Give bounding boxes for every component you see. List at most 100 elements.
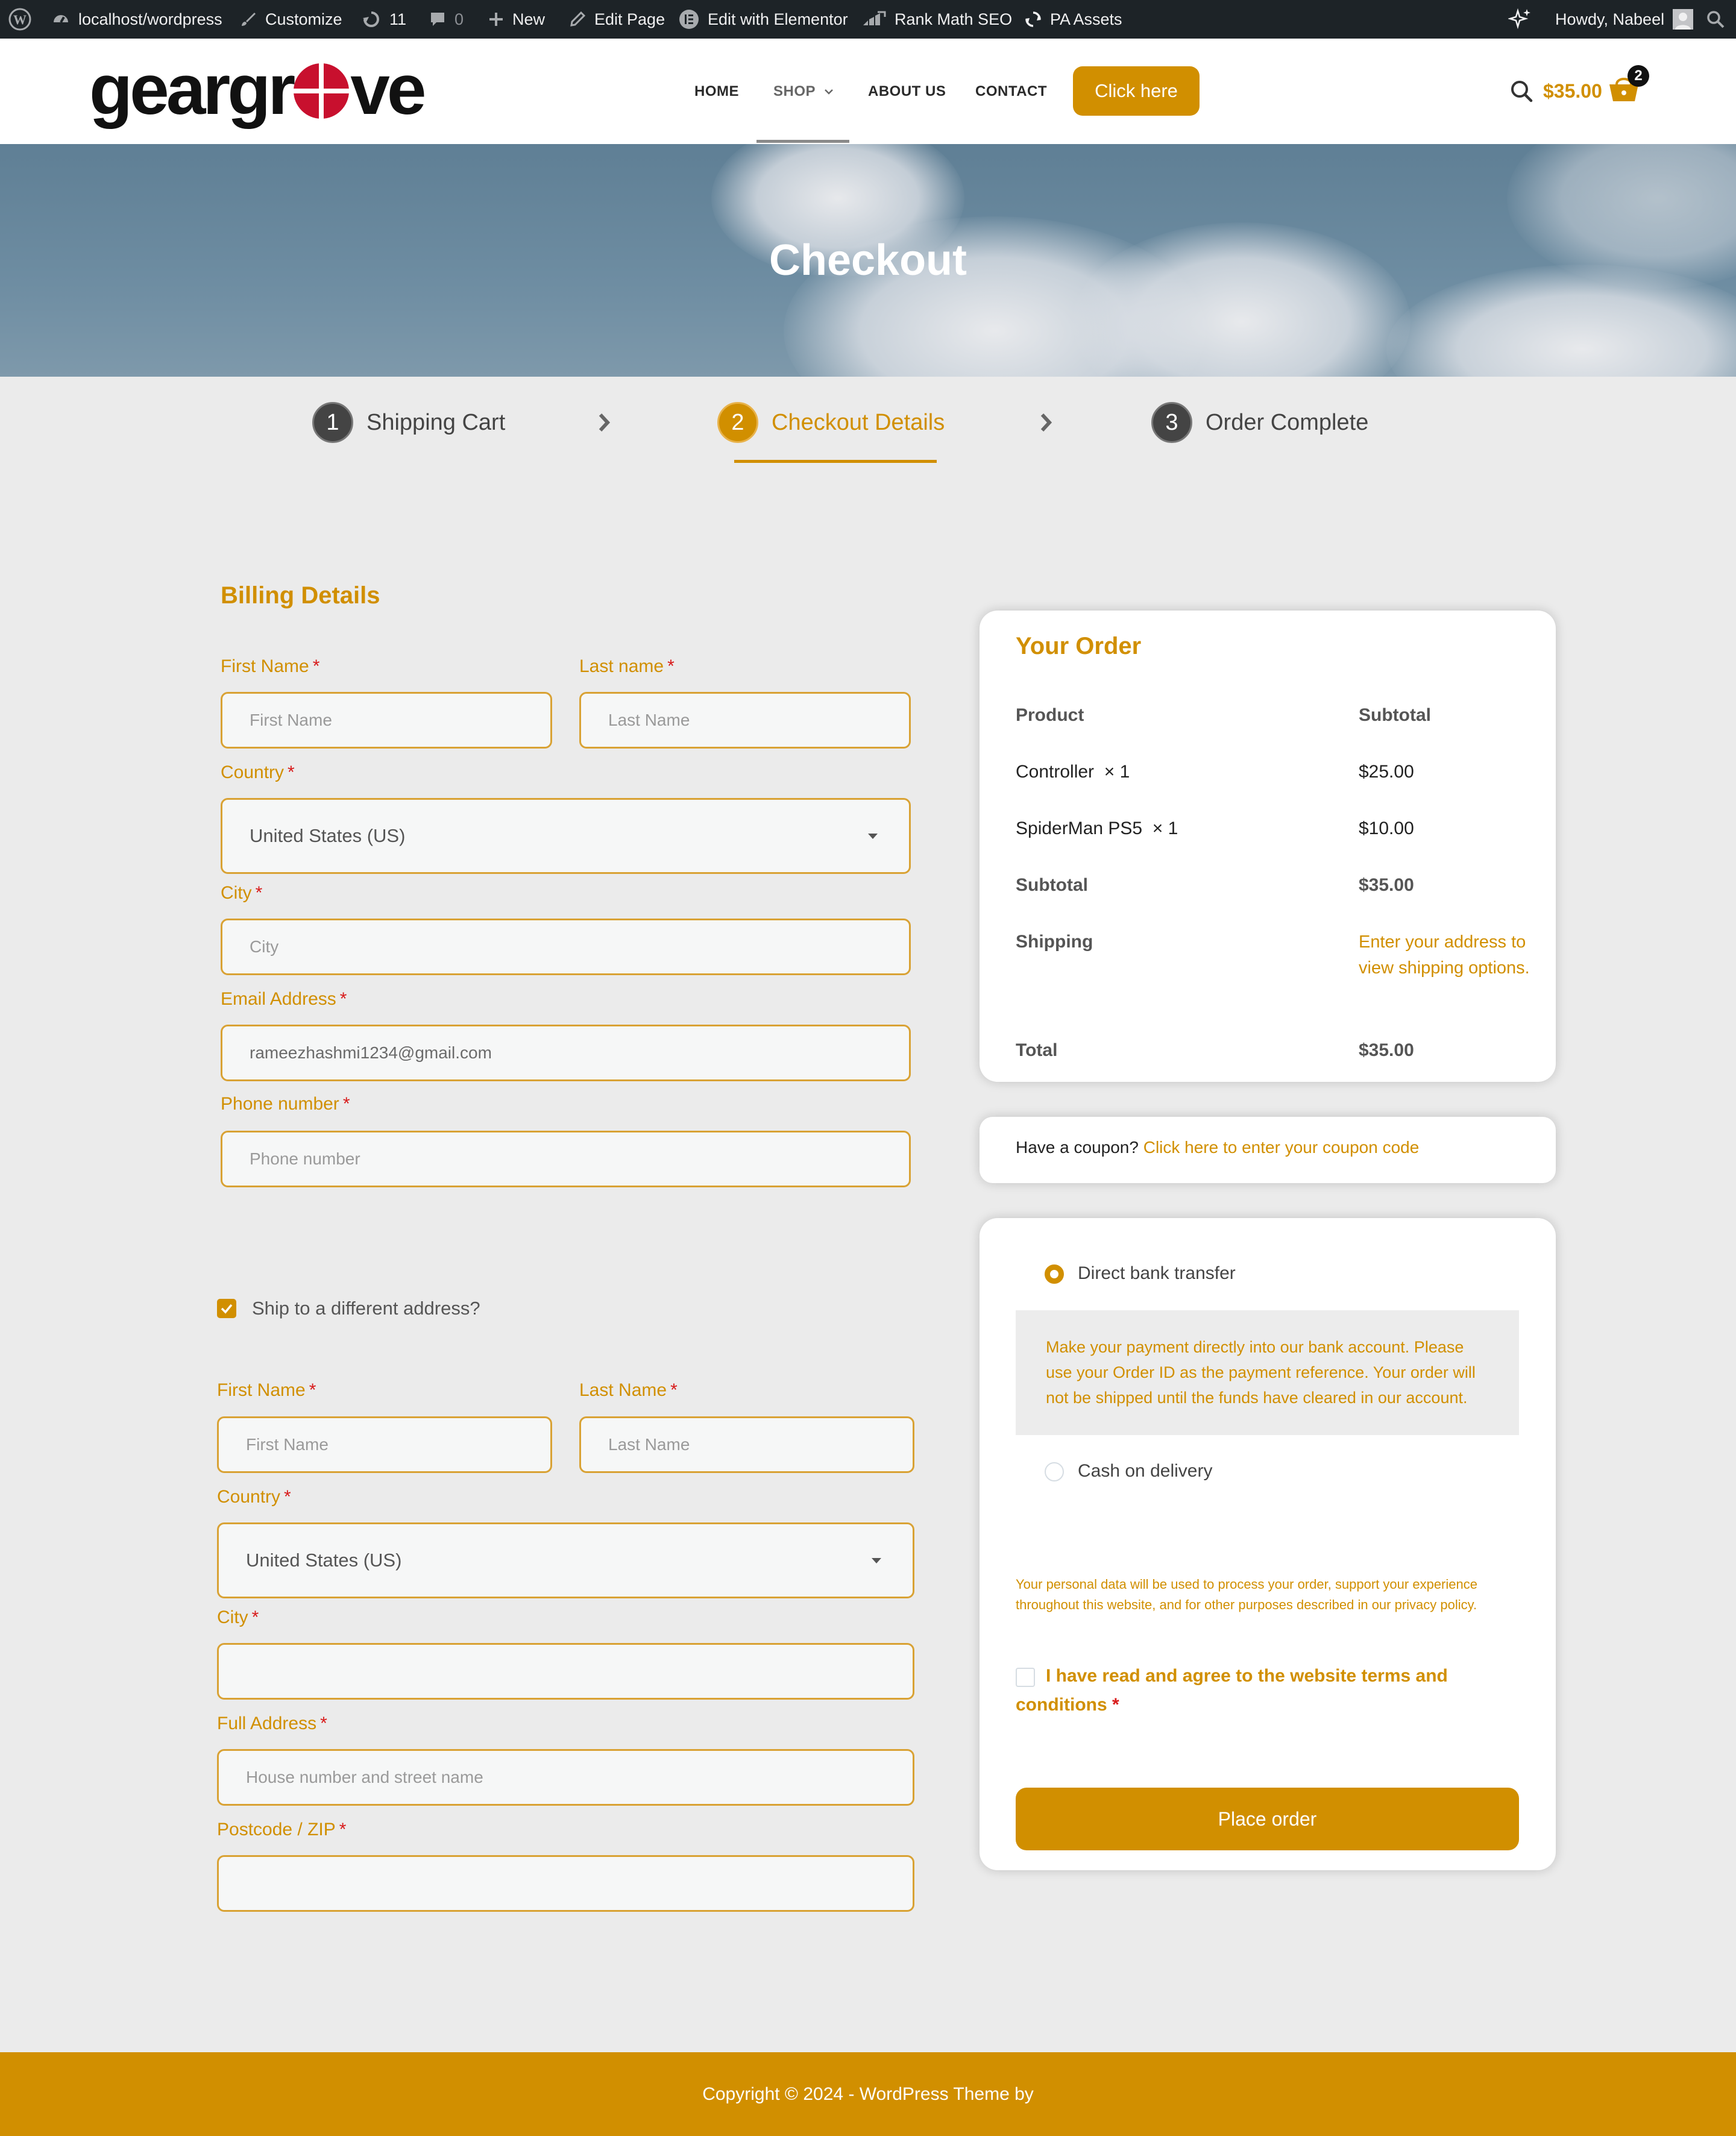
dashboard-icon: [54, 15, 68, 23]
admin-rankmath-label: Rank Math SEO: [895, 10, 1013, 28]
site-footer: Copyright © 2024 - WordPress Theme by: [0, 2052, 1736, 2136]
shipping-last-name-label: Last Name *: [579, 1380, 678, 1400]
order-item-price: $10.00: [1359, 818, 1414, 838]
payment-bank-label[interactable]: Direct bank transfer: [1078, 1263, 1236, 1284]
wordpress-logo-icon[interactable]: W: [8, 0, 31, 39]
billing-title: Billing Details: [221, 582, 380, 609]
step-label: Checkout Details: [772, 409, 945, 435]
terms-label[interactable]: I have read and agree to the website ter…: [1016, 1662, 1498, 1720]
billing-city-label: City *: [221, 883, 263, 903]
admin-new-label: New: [512, 10, 546, 28]
shipping-first-name-label: First Name *: [217, 1380, 316, 1400]
shipping-postcode-input[interactable]: [217, 1855, 914, 1912]
billing-first-name-label: First Name *: [221, 656, 320, 676]
nav-about[interactable]: ABOUT US: [868, 39, 946, 144]
nav-home[interactable]: HOME: [694, 39, 739, 144]
order-item-name: SpiderMan PS5 × 1: [1016, 818, 1178, 838]
order-total-value: $35.00: [1359, 1040, 1414, 1060]
order-item-name: Controller × 1: [1016, 762, 1130, 782]
shipping-address-label: Full Address *: [217, 1714, 327, 1733]
step-order-complete[interactable]: 3 Order Complete: [1151, 401, 1368, 444]
site-header: geargr ve HOME SHOP ABOUT US CONTACT Clic…: [0, 39, 1736, 144]
order-item-price: $25.00: [1359, 762, 1414, 782]
shipping-city-label: City *: [217, 1607, 259, 1627]
billing-city-input[interactable]: City: [221, 919, 911, 975]
rank-math-icon: [863, 11, 886, 25]
terms-checkbox[interactable]: [1016, 1668, 1035, 1687]
payment-bank-description: Make your payment directly into our bank…: [1016, 1310, 1519, 1435]
admin-elementor-link[interactable]: Edit with Elementor: [679, 0, 848, 39]
admin-comments-link[interactable]: 0: [429, 0, 464, 39]
search-icon[interactable]: [1509, 79, 1533, 106]
coupon-link[interactable]: Click here to enter your coupon code: [1143, 1138, 1420, 1157]
admin-pa-assets-link[interactable]: PA Assets: [1025, 0, 1122, 39]
elementor-icon: [679, 10, 699, 29]
admin-account-menu[interactable]: Howdy, Nabeel: [1555, 0, 1694, 39]
cart-count-badge: 2: [1628, 65, 1649, 87]
ship-different-label[interactable]: Ship to a different address?: [252, 1298, 480, 1319]
payment-cod-radio[interactable]: [1045, 1462, 1064, 1481]
brush-icon: [242, 13, 256, 26]
shipping-last-name-input[interactable]: Last Name: [579, 1416, 914, 1473]
billing-email-input[interactable]: rameezhashmi1234@gmail.com: [221, 1025, 911, 1081]
refresh-icon: [1025, 11, 1041, 27]
admin-rankmath-link[interactable]: Rank Math SEO: [862, 0, 1012, 39]
logo-text-left: geargr: [89, 50, 295, 130]
admin-site-label: localhost/wordpress: [78, 10, 222, 28]
nav-shop[interactable]: SHOP: [773, 39, 834, 144]
billing-country-value: United States (US): [250, 825, 406, 846]
billing-country-select[interactable]: United States (US): [221, 798, 911, 874]
place-order-button[interactable]: Place order: [1016, 1788, 1519, 1850]
order-total-label: Total: [1016, 1040, 1058, 1060]
shipping-country-select[interactable]: United States (US): [217, 1522, 914, 1598]
billing-phone-input[interactable]: Phone number: [221, 1131, 911, 1187]
admin-new-link[interactable]: New: [488, 0, 545, 39]
order-subtotal-value: $35.00: [1359, 875, 1414, 895]
active-step-indicator: [734, 460, 937, 463]
billing-email-label: Email Address *: [221, 989, 347, 1009]
ship-different-checkbox[interactable]: [217, 1299, 236, 1318]
page-title: Checkout: [769, 236, 967, 284]
shipping-address-input[interactable]: House number and street name: [217, 1749, 914, 1806]
cart-total[interactable]: $35.00: [1543, 39, 1602, 144]
step-shipping-cart[interactable]: 1 Shipping Cart: [312, 401, 505, 444]
admin-customize-link[interactable]: Customize: [240, 0, 342, 39]
site-logo[interactable]: geargr ve: [89, 54, 427, 125]
privacy-notice: Your personal data will be used to proce…: [1016, 1577, 1477, 1612]
admin-pa-assets-label: PA Assets: [1050, 10, 1122, 28]
step-number: 2: [717, 402, 758, 443]
shipping-country-label: Country *: [217, 1487, 291, 1507]
step-number: 1: [312, 402, 353, 443]
order-shipping-note: Enter your address to view shipping opti…: [1359, 932, 1530, 978]
payment-cod-label[interactable]: Cash on delivery: [1078, 1461, 1212, 1481]
admin-site-link[interactable]: localhost/wordpress: [52, 0, 222, 39]
step-checkout-details[interactable]: 2 Checkout Details: [717, 401, 945, 444]
order-shipping-label: Shipping: [1016, 932, 1093, 952]
checkmark-icon: [221, 1304, 233, 1314]
billing-first-name-input[interactable]: First Name: [221, 692, 552, 749]
shipping-first-name-input[interactable]: First Name: [217, 1416, 552, 1473]
updates-icon: [363, 11, 379, 27]
billing-last-name-input[interactable]: Last Name: [579, 692, 911, 749]
step-number: 3: [1151, 402, 1192, 443]
footer-copyright: Copyright © 2024 - WordPress Theme by: [702, 2084, 1034, 2104]
shipping-city-input[interactable]: [217, 1643, 914, 1700]
order-col-subtotal: Subtotal: [1359, 705, 1431, 725]
admin-edit-page-link[interactable]: Edit Page: [569, 0, 665, 39]
dropdown-caret-icon: [868, 834, 878, 839]
step-label: Shipping Cart: [366, 409, 506, 435]
dropdown-caret-icon: [872, 1558, 881, 1563]
order-subtotal-label: Subtotal: [1016, 875, 1088, 895]
nav-contact[interactable]: CONTACT: [975, 39, 1047, 144]
cta-button[interactable]: Click here: [1073, 66, 1200, 116]
payment-bank-radio[interactable]: [1045, 1264, 1064, 1284]
admin-search-icon[interactable]: [1706, 0, 1725, 39]
order-summary-card: [980, 611, 1556, 1082]
admin-updates-link[interactable]: 11: [362, 0, 406, 39]
ai-sparkle-icon[interactable]: [1508, 0, 1532, 39]
chevron-right-icon: [599, 413, 611, 432]
billing-phone-label: Phone number *: [221, 1094, 350, 1114]
page-hero: Checkout: [0, 144, 1736, 377]
admin-howdy-label: Howdy, Nabeel: [1555, 10, 1665, 28]
order-col-product: Product: [1016, 705, 1084, 725]
